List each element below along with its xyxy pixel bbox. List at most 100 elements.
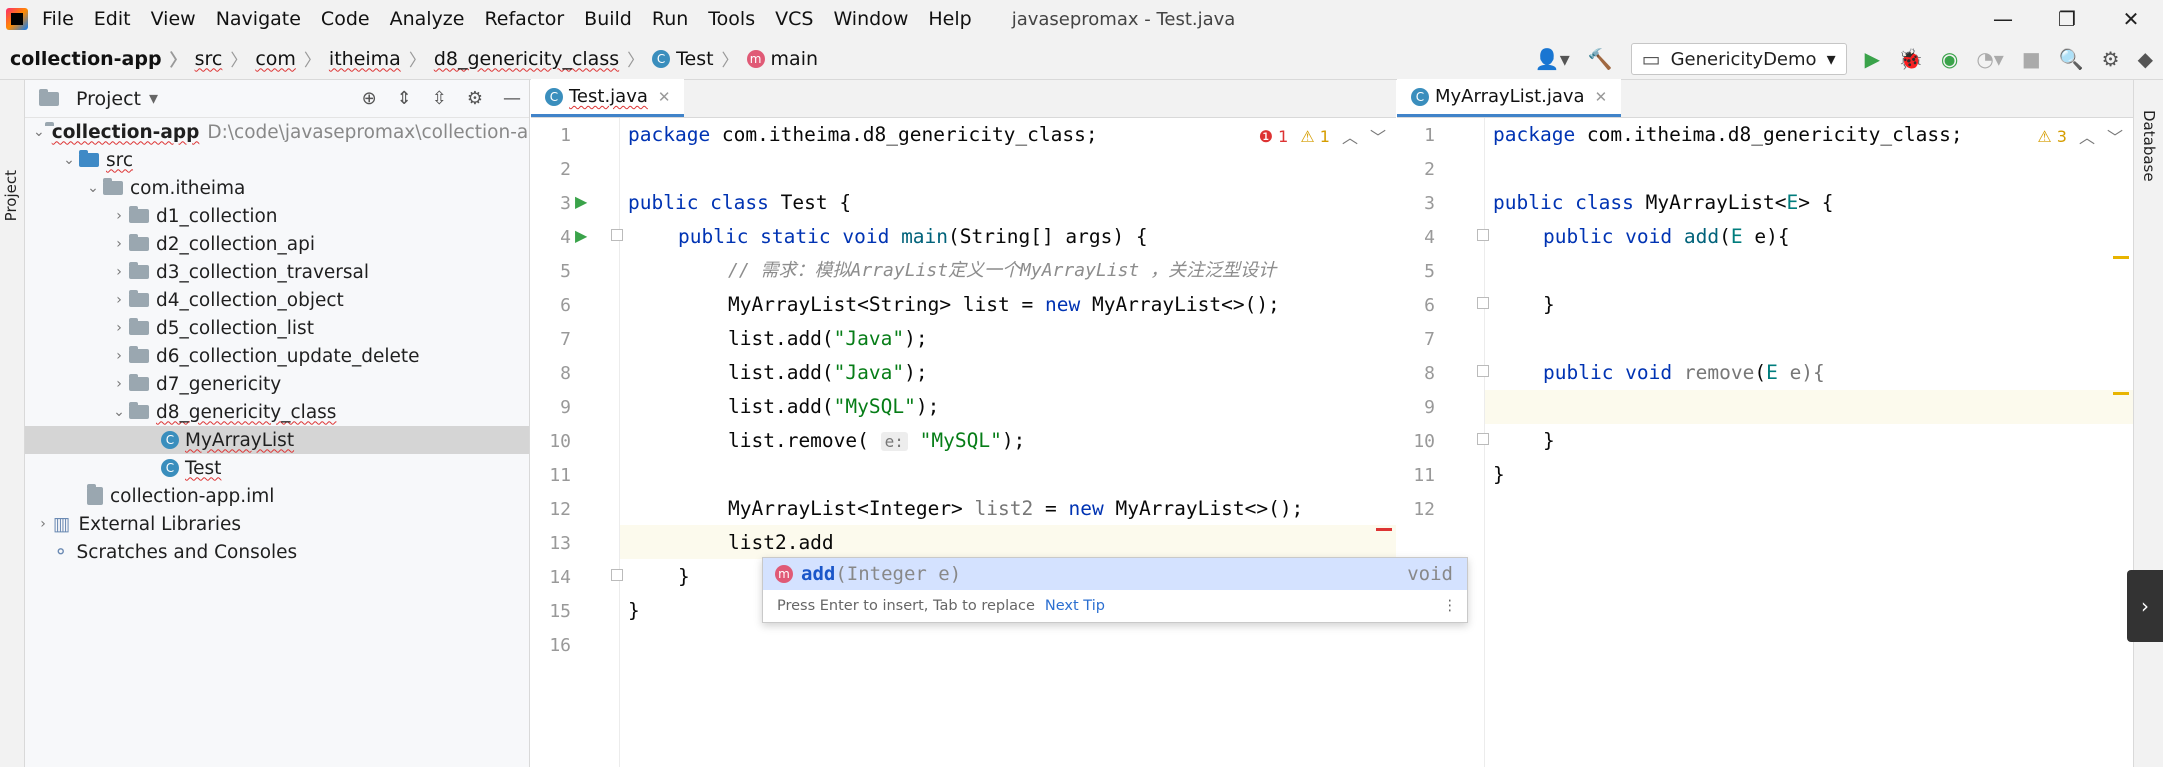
tree-folder[interactable]: › d1_collection [25, 202, 529, 230]
tree-folder[interactable]: › d2_collection_api [25, 230, 529, 258]
chevron-right-icon[interactable]: › [33, 516, 53, 532]
breadcrumb-project[interactable]: collection-app 〉 [10, 46, 195, 72]
hide-icon[interactable]: — [503, 88, 521, 109]
menu-file[interactable]: File [42, 8, 74, 30]
menu-help[interactable]: Help [928, 8, 971, 30]
next-tip-link[interactable]: Next Tip [1045, 598, 1105, 614]
chevron-right-icon[interactable]: › [109, 208, 129, 224]
tree-file-test[interactable]: C Test [25, 454, 529, 482]
build-hammer-icon[interactable]: 🔨 [1588, 47, 1613, 71]
fold-marker-icon[interactable] [611, 569, 623, 581]
minimize-icon[interactable]: — [1971, 0, 2035, 38]
tree-folder[interactable]: › d7_genericity [25, 370, 529, 398]
menu-analyze[interactable]: Analyze [390, 8, 465, 30]
breadcrumb-method[interactable]: m main [746, 48, 818, 70]
run-icon[interactable]: ▶ [1865, 47, 1880, 71]
tree-package[interactable]: ⌄ com.itheima [25, 174, 529, 202]
run-main-icon[interactable]: ▶ [575, 226, 587, 245]
tree-folder[interactable]: › d4_collection_object [25, 286, 529, 314]
menu-tools[interactable]: Tools [708, 8, 755, 30]
locate-icon[interactable]: ⊕ [362, 88, 377, 109]
chevron-right-icon[interactable]: › [2127, 570, 2163, 642]
breadcrumb-com[interactable]: com 〉 [255, 46, 329, 72]
close-tab-icon[interactable]: ✕ [1595, 88, 1608, 106]
warning-stripe-mark[interactable] [2113, 256, 2129, 259]
chevron-down-icon[interactable]: ▾ [149, 88, 158, 109]
stop-icon[interactable]: ■ [2022, 47, 2041, 71]
chevron-right-icon[interactable]: › [109, 376, 129, 392]
menu-code[interactable]: Code [321, 8, 370, 30]
menu-window[interactable]: Window [833, 8, 908, 30]
run-class-icon[interactable]: ▶ [575, 192, 587, 211]
tree-folder[interactable]: › d5_collection_list [25, 314, 529, 342]
inspection-widget[interactable]: ⚠ 3 ︿ ﹀ [2037, 124, 2123, 148]
tab-myarraylist-java[interactable]: C MyArrayList.java ✕ [1397, 79, 1622, 117]
project-tool-button[interactable]: Project [2, 170, 20, 221]
warning-stripe-mark[interactable] [2113, 392, 2129, 395]
breadcrumb-package[interactable]: d8_genericity_class 〉 [434, 46, 652, 72]
right-code-editor[interactable]: 1 2 3 4 5 6 7 8 9 10 11 12 ⚠ 3 ︿ ﹀ packa… [1397, 118, 2133, 767]
tree-external-libraries[interactable]: › ▥ External Libraries [25, 510, 529, 538]
run-configuration-select[interactable]: ▭ GenericityDemo ▾ [1630, 43, 1847, 75]
debug-icon[interactable]: 🐞 [1898, 47, 1923, 71]
chevron-down-icon[interactable]: ﹀ [2107, 124, 2123, 148]
chevron-down-icon[interactable]: ﹀ [1370, 124, 1386, 148]
menu-build[interactable]: Build [584, 8, 632, 30]
tree-scratches[interactable]: ⚬ Scratches and Consoles [25, 538, 529, 566]
user-icon[interactable]: 👤▾ [1535, 47, 1570, 71]
settings-gear-icon[interactable]: ⚙ [2102, 47, 2120, 71]
menu-refactor[interactable]: Refactor [484, 8, 564, 30]
chevron-right-icon[interactable]: › [109, 264, 129, 280]
fold-marker-icon[interactable] [1477, 433, 1489, 445]
tree-src[interactable]: ⌄ src [25, 146, 529, 174]
tree-file-myarraylist[interactable]: C MyArrayList [25, 426, 529, 454]
chevron-down-icon[interactable]: ⌄ [83, 180, 103, 196]
fold-marker-icon[interactable] [1477, 365, 1489, 377]
chevron-down-icon[interactable]: ⌄ [109, 404, 129, 420]
tree-folder[interactable]: ⌄ d8_genericity_class [25, 398, 529, 426]
expand-all-icon[interactable]: ⇕ [397, 88, 412, 109]
chevron-up-icon[interactable]: ︿ [2079, 124, 2095, 148]
tree-root[interactable]: ⌄ collection-app D:\code\javasepromax\co… [25, 118, 529, 146]
chevron-right-icon[interactable]: › [109, 320, 129, 336]
profile-icon[interactable]: ◔▾ [1976, 47, 2004, 71]
menu-vcs[interactable]: VCS [775, 8, 813, 30]
search-icon[interactable]: 🔍 [2059, 47, 2084, 71]
tree-folder[interactable]: › d6_collection_update_delete [25, 342, 529, 370]
fold-marker-icon[interactable] [1477, 229, 1489, 241]
gear-icon[interactable]: ⚙ [467, 88, 483, 109]
fold-marker-icon[interactable] [611, 229, 623, 241]
chevron-down-icon[interactable]: ⌄ [59, 152, 79, 168]
restore-icon[interactable]: ❐ [2035, 0, 2099, 38]
breadcrumb-class[interactable]: C Test 〉 [652, 46, 746, 71]
chevron-right-icon[interactable]: › [109, 236, 129, 252]
more-options-icon[interactable]: ⋮ [1443, 598, 1458, 614]
menu-edit[interactable]: Edit [94, 8, 131, 30]
inspection-widget[interactable]: ❶ 1 ⚠ 1 ︿ ﹀ [1259, 124, 1386, 148]
toolbox-icon[interactable]: ◆ [2138, 47, 2153, 71]
tree-folder[interactable]: › d3_collection_traversal [25, 258, 529, 286]
close-window-icon[interactable]: ✕ [2099, 0, 2163, 38]
tree-file-iml[interactable]: collection-app.iml [25, 482, 529, 510]
tab-test-java[interactable]: C Test.java ✕ [531, 79, 685, 117]
error-stripe-mark[interactable] [1376, 528, 1392, 531]
completion-item-add[interactable]: m add (Integer e) void [763, 558, 1467, 590]
chevron-right-icon[interactable]: › [109, 292, 129, 308]
collapse-all-icon[interactable]: ⇳ [432, 88, 447, 109]
breadcrumb-src[interactable]: src 〉 [195, 46, 256, 72]
menu-view[interactable]: View [151, 8, 196, 30]
project-view-select[interactable]: Project [76, 88, 141, 110]
menu-navigate[interactable]: Navigate [216, 8, 301, 30]
coverage-icon[interactable]: ◉ [1941, 47, 1958, 71]
database-tool-button[interactable]: Database [2140, 110, 2158, 182]
breadcrumb-itheima[interactable]: itheima 〉 [329, 46, 434, 72]
fold-marker-icon[interactable] [1477, 297, 1489, 309]
code-line: public class MyArrayList<E> { [1493, 191, 1834, 214]
left-code-editor[interactable]: 1 2 3 4 5 6 7 8 9 10 11 12 13 14 15 16 ▶… [531, 118, 1396, 767]
chevron-down-icon[interactable]: ⌄ [33, 124, 45, 140]
chevron-up-icon[interactable]: ︿ [1342, 124, 1358, 148]
menu-run[interactable]: Run [652, 8, 688, 30]
close-tab-icon[interactable]: ✕ [658, 88, 671, 106]
code-line-current[interactable]: list2.add [728, 526, 834, 560]
chevron-right-icon[interactable]: › [109, 348, 129, 364]
